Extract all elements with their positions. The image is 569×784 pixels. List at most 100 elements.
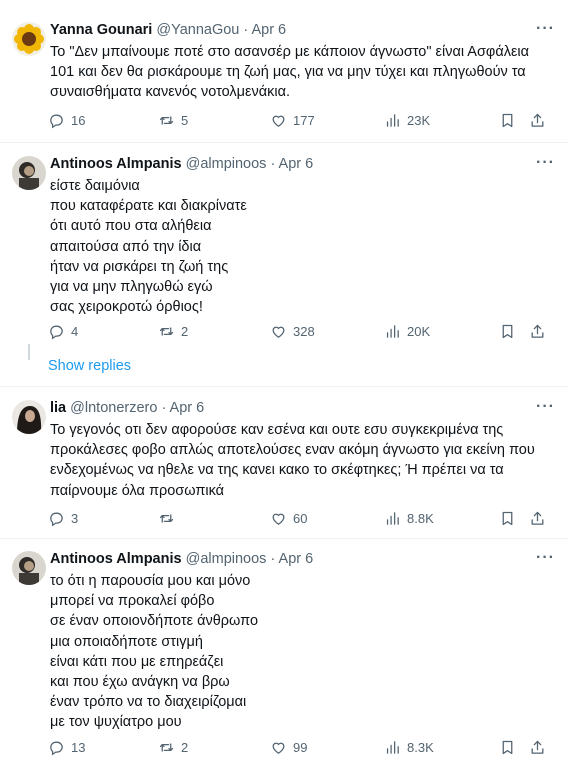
tweet-text-line: είστε δαιμόνια	[50, 178, 140, 194]
views-button[interactable]: 8.3K	[384, 737, 434, 757]
retweet-icon	[159, 513, 174, 523]
views-button[interactable]: 23K	[384, 110, 430, 130]
views-icon	[386, 740, 399, 754]
bookmark-icon	[502, 511, 513, 525]
views-icon	[386, 511, 399, 525]
separator-dot: ·	[161, 400, 167, 416]
avatar-photo[interactable]	[12, 156, 46, 190]
tweet-text-line: έναν τρόπο να το διαχειρίζομαι	[50, 694, 247, 711]
tweet-date[interactable]: Apr 6	[279, 156, 314, 172]
share-button[interactable]	[529, 110, 546, 130]
reply-icon	[50, 325, 63, 339]
tweet-text-line: και που έχω ανάγκη να βρω	[50, 674, 230, 691]
reply-button[interactable]: 16	[48, 110, 85, 130]
views-button[interactable]: 8.8K	[384, 508, 434, 528]
reply-icon	[50, 741, 63, 755]
tweet-header: lia @lntonerzero · Apr 6	[50, 400, 557, 420]
bookmark-button[interactable]	[499, 110, 516, 130]
retweet-count: 5	[181, 112, 189, 128]
author-name[interactable]: Antinoos Almpanis	[50, 156, 182, 172]
retweet-button[interactable]: 2	[158, 737, 188, 757]
tweet-text-line: το ότι η παρουσία μου και μόνο	[50, 573, 251, 589]
separator-dot: ·	[243, 22, 249, 38]
tweet-text-line: απαιτούσα από την ίδια	[50, 238, 202, 255]
tweet-text-line: προκάλεσες φοβο απλώς αποτελούσες εναν α…	[50, 442, 535, 459]
tweet-text-line: ήταν να ρισκάρει τη ζωή της	[50, 258, 229, 275]
view-count: 8.8K	[407, 510, 434, 526]
author-handle[interactable]: @almpinoos	[186, 156, 267, 172]
share-icon	[531, 324, 544, 338]
share-button[interactable]	[529, 321, 546, 341]
more-options-icon[interactable]: ···	[536, 398, 555, 416]
retweet-icon	[159, 115, 174, 125]
tweet-header: Antinoos Almpanis @almpinoos · Apr 6	[50, 156, 557, 176]
share-button[interactable]	[529, 508, 546, 528]
like-button[interactable]: 99	[270, 737, 307, 757]
reply-button[interactable]: 4	[48, 321, 78, 341]
tweet-text: είστε δαιμόνια που καταφέρατε και διακρί…	[50, 176, 549, 317]
author-name[interactable]: Yanna Gounari	[50, 22, 152, 38]
tweet-date[interactable]: Apr 6	[251, 22, 286, 38]
views-button[interactable]: 20K	[384, 321, 430, 341]
author-name[interactable]: lia	[50, 400, 66, 416]
tweet-text-line: παίρνουμε όλα προσωπικά	[50, 482, 225, 499]
tweet-text-line: για να μην πληγωθώ εγώ	[50, 279, 213, 296]
tweet[interactable]: Antinoos Almpanis @almpinoos · Apr 6 ···…	[0, 549, 569, 761]
like-button[interactable]: 328	[270, 321, 315, 341]
share-icon	[531, 740, 544, 754]
author-name[interactable]: Antinoos Almpanis	[50, 551, 182, 567]
views-icon	[386, 324, 399, 338]
tweet-divider	[0, 538, 569, 539]
like-icon	[272, 115, 285, 127]
tweet-actions: 13 2 99 8.3K	[48, 737, 553, 757]
tweet-text: Το "Δεν μπαίνουμε ποτέ στο ασανσέρ με κά…	[50, 42, 549, 103]
show-replies-link[interactable]: Show replies	[48, 358, 131, 374]
like-button[interactable]: 60	[270, 508, 307, 528]
tweet-text-line: με τον ψυχίατρο μου	[50, 714, 182, 731]
reply-button[interactable]: 3	[48, 508, 78, 528]
tweet[interactable]: lia @lntonerzero · Apr 6 ··· Το γεγονός …	[0, 398, 569, 530]
separator-dot: ·	[270, 551, 276, 567]
bookmark-button[interactable]	[499, 508, 516, 528]
reply-button[interactable]: 13	[48, 737, 85, 757]
tweet-text-line: ότι αυτό που στα αλήθεια	[50, 218, 212, 235]
view-count: 8.3K	[407, 739, 434, 755]
replies-feed: Yanna Gounari @YannaGou · Apr 6 ··· Το "…	[0, 0, 569, 784]
tweet-text-line: σε έναν οποιονδήποτε άνθρωπο	[50, 613, 259, 630]
bookmark-button[interactable]	[499, 737, 516, 757]
reply-count: 13	[71, 739, 86, 755]
tweet-date[interactable]: Apr 6	[279, 551, 314, 567]
avatar-sunflower[interactable]	[12, 22, 46, 56]
tweet[interactable]: Yanna Gounari @YannaGou · Apr 6 ··· Το "…	[0, 20, 569, 137]
tweet-text-line: Το "Δεν μπαίνουμε ποτέ στο ασανσέρ με κά…	[50, 44, 530, 60]
tweet-text-line: 101 και δεν θα ρισκάρουμε τη ζωή μας, γι…	[50, 64, 526, 81]
more-options-icon[interactable]: ···	[536, 154, 555, 172]
retweet-count: 2	[181, 739, 189, 755]
bookmark-button[interactable]	[499, 321, 516, 341]
retweet-button[interactable]	[158, 508, 181, 528]
more-options-icon[interactable]: ···	[536, 549, 555, 567]
like-button[interactable]: 177	[270, 110, 315, 130]
tweet-date[interactable]: Apr 6	[170, 400, 205, 416]
thread-line	[28, 344, 30, 360]
retweet-count: 2	[181, 323, 189, 339]
author-handle[interactable]: @almpinoos	[186, 551, 267, 567]
retweet-button[interactable]: 5	[158, 110, 188, 130]
share-icon	[531, 113, 544, 127]
author-handle[interactable]: @lntonerzero	[70, 400, 157, 416]
tweet-actions: 16 5 177 23K	[48, 110, 553, 130]
retweet-button[interactable]: 2	[158, 321, 188, 341]
more-options-icon[interactable]: ···	[536, 20, 555, 38]
share-icon	[531, 511, 544, 525]
avatar-photo[interactable]	[12, 400, 46, 434]
tweet-actions: 3 60 8.8K	[48, 508, 553, 528]
tweet-text-line: είναι κάτι που με επηρεάζει	[50, 653, 224, 670]
tweet-text-line: που καταφέρατε και διακρίνατε	[50, 198, 247, 215]
view-count: 20K	[407, 323, 431, 339]
tweet[interactable]: Antinoos Almpanis @almpinoos · Apr 6 ···…	[0, 154, 569, 346]
author-handle[interactable]: @YannaGou	[156, 22, 239, 38]
reply-count: 3	[71, 510, 79, 526]
share-button[interactable]	[529, 737, 546, 757]
like-icon	[272, 742, 285, 754]
avatar-photo[interactable]	[12, 551, 46, 585]
